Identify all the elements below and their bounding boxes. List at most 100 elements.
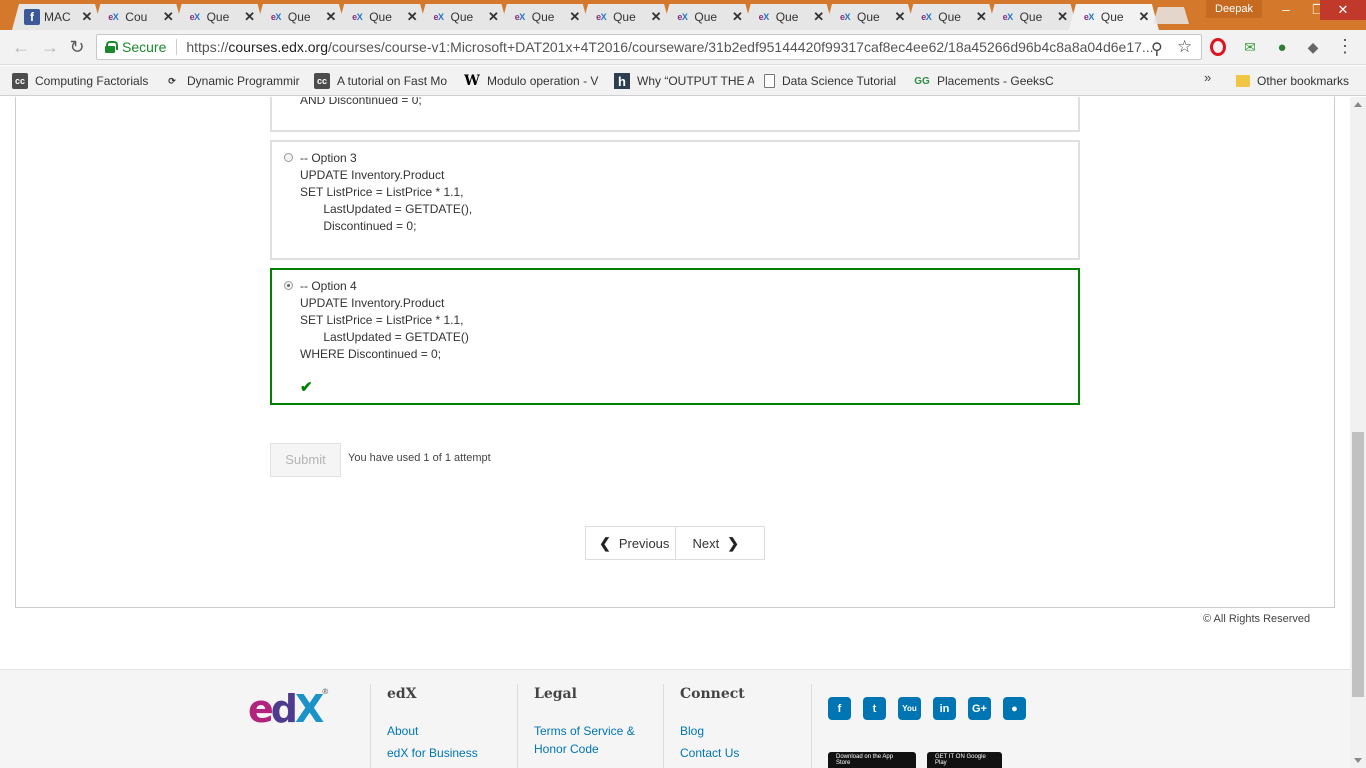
opera-icon[interactable] — [1208, 37, 1228, 57]
footer-link-terms[interactable]: Terms of Service & Honor Code — [534, 722, 664, 758]
browser-tab[interactable]: e X Que ✕ — [419, 4, 509, 30]
edx-logo[interactable]: edX® — [248, 687, 329, 731]
browser-tab[interactable]: e X Que ✕ — [256, 4, 346, 30]
bookmark-other[interactable]: Other bookmarks — [1236, 71, 1349, 91]
bookmark-item[interactable]: h Why “OUTPUT THE A — [614, 71, 754, 91]
footer-link-business[interactable]: edX for Business — [387, 744, 478, 762]
bookmark-item[interactable]: GG Placements - GeeksC — [914, 71, 1054, 91]
option-2-code: AND Discontinued = 0; — [300, 97, 422, 107]
browser-tab[interactable]: e X Que ✕ — [581, 4, 671, 30]
close-tab-icon[interactable]: ✕ — [1057, 9, 1069, 25]
footer-link-about[interactable]: About — [387, 722, 478, 740]
close-tab-icon[interactable]: ✕ — [244, 9, 256, 25]
close-tab-icon[interactable]: ✕ — [406, 9, 418, 25]
chrome-menu-icon[interactable]: ⋮ — [1336, 36, 1354, 56]
option-3-radio[interactable] — [284, 153, 293, 162]
address-bar[interactable]: Secure https://courses.edx.org/courses/c… — [96, 34, 1202, 60]
close-tab-icon[interactable]: ✕ — [569, 9, 581, 25]
close-tab-icon[interactable]: ✕ — [1138, 9, 1150, 25]
browser-tab[interactable]: e X Que ✕ — [825, 4, 915, 30]
previous-button[interactable]: ❮ Previous — [586, 527, 675, 559]
browser-tab[interactable]: e X Que ✕ — [744, 4, 834, 30]
footer-heading-legal: Legal — [534, 686, 577, 702]
browser-tab[interactable]: e X Que ✕ — [662, 4, 752, 30]
edx-icon: eX — [108, 12, 119, 22]
bookmark-item[interactable]: cc A tutorial on Fast Mo — [314, 71, 454, 91]
browser-tab[interactable]: e X Que ✕ — [1069, 4, 1159, 30]
url-scheme: https:// — [186, 39, 229, 55]
bookmark-item[interactable]: W Modulo operation - V — [464, 71, 604, 91]
scroll-down-icon[interactable] — [1354, 758, 1362, 763]
close-tab-icon[interactable]: ✕ — [650, 9, 662, 25]
google-play-badge[interactable]: GET IT ON Google Play — [927, 752, 1002, 768]
close-tab-icon[interactable]: ✕ — [975, 9, 987, 25]
browser-tab[interactable]: e X Que ✕ — [988, 4, 1078, 30]
option-4-code: -- Option 4 UPDATE Inventory.Product SET… — [300, 279, 469, 361]
google-plus-icon[interactable]: G+ — [968, 697, 991, 720]
profile-button[interactable]: Deepak — [1206, 0, 1262, 18]
answer-option-2[interactable]: AND Discontinued = 0; — [270, 97, 1080, 132]
browser-tab[interactable]: e X Que ✕ — [500, 4, 590, 30]
zoom-search-icon[interactable]: ⚲ — [1151, 39, 1163, 59]
facebook-icon[interactable]: f — [828, 697, 851, 720]
youtube-icon[interactable]: You — [898, 697, 921, 720]
close-tab-icon[interactable]: ✕ — [894, 9, 906, 25]
footer-link-contact[interactable]: Contact Us — [680, 744, 812, 762]
folder-icon — [1236, 75, 1250, 87]
reload-icon[interactable]: ↻ — [66, 36, 88, 58]
bookmark-item[interactable]: cc Computing Factorials — [12, 71, 152, 91]
close-tab-icon[interactable]: ✕ — [813, 9, 825, 25]
url-text[interactable]: https://courses.edx.org/courses/course-v… — [186, 39, 1201, 55]
close-window-icon[interactable]: ✕ — [1320, 0, 1366, 20]
close-tab-icon[interactable]: ✕ — [488, 9, 500, 25]
close-tab-icon[interactable]: ✕ — [81, 9, 93, 25]
browser-tab[interactable]: e X Que ✕ — [337, 4, 427, 30]
new-tab-button[interactable] — [1153, 7, 1189, 24]
browser-tab[interactable]: e X Que ✕ — [175, 4, 265, 30]
linkedin-icon[interactable]: in — [933, 697, 956, 720]
close-tab-icon[interactable]: ✕ — [325, 9, 337, 25]
minimize-icon[interactable]: – — [1270, 0, 1302, 20]
back-icon[interactable]: ← — [10, 36, 32, 58]
document-icon — [764, 74, 775, 88]
footer-link-blog[interactable]: Blog — [680, 722, 812, 740]
omnibox-divider — [176, 39, 178, 55]
twitter-icon[interactable]: t — [863, 697, 886, 720]
tab-title: Que — [857, 10, 880, 24]
submit-button[interactable]: Submit — [270, 443, 341, 477]
bookmark-item[interactable]: ⟳ Dynamic Programmir — [164, 71, 304, 91]
extension-mail-icon[interactable]: ✉ — [1240, 37, 1260, 57]
tab-title: Que — [694, 10, 718, 24]
close-tab-icon[interactable]: ✕ — [162, 9, 174, 25]
bookmarks-overflow-button[interactable]: » — [1204, 70, 1211, 85]
app-store-badge[interactable]: Download on the App Store — [828, 752, 916, 768]
browser-tab[interactable]: f MAC ✕ — [12, 4, 102, 30]
cc-icon: cc — [12, 73, 28, 89]
forward-icon[interactable]: → — [39, 36, 61, 58]
extension-shield-icon[interactable]: ◆ — [1303, 37, 1323, 57]
option-4-radio[interactable] — [284, 281, 293, 290]
next-button[interactable]: Next ❯ — [674, 527, 765, 559]
browser-tab[interactable]: e X Que ✕ — [906, 4, 996, 30]
edx-icon: eX — [596, 12, 607, 22]
tab-title: Que — [1100, 10, 1124, 24]
browser-tab[interactable]: e X Cou ✕ — [93, 4, 183, 30]
answer-option-3[interactable]: -- Option 3 UPDATE Inventory.Product SET… — [270, 140, 1080, 260]
url-host: courses.edx.org — [228, 39, 328, 55]
chevron-left-icon: ❮ — [599, 534, 611, 551]
bookmark-item[interactable]: Data Science Tutorial — [764, 71, 904, 91]
scroll-thumb[interactable] — [1352, 432, 1364, 697]
close-tab-icon[interactable]: ✕ — [731, 9, 743, 25]
edx-icon: eX — [270, 12, 281, 22]
hackerrank-icon: h — [614, 73, 630, 89]
edx-icon: eX — [514, 12, 525, 22]
footer-column-legal: Legal Terms of Service & Honor Code — [517, 684, 664, 768]
reddit-icon[interactable]: ● — [1003, 697, 1026, 720]
scroll-up-icon[interactable] — [1354, 102, 1362, 107]
page-scrollbar[interactable] — [1350, 97, 1366, 768]
extension-globe-icon[interactable]: ● — [1272, 37, 1292, 57]
bookmark-label: Why “OUTPUT THE A — [637, 74, 754, 88]
bookmark-star-icon[interactable]: ☆ — [1177, 37, 1192, 57]
attempts-text: You have used 1 of 1 attempt — [348, 452, 491, 464]
answer-option-4[interactable]: -- Option 4 UPDATE Inventory.Product SET… — [270, 268, 1080, 405]
